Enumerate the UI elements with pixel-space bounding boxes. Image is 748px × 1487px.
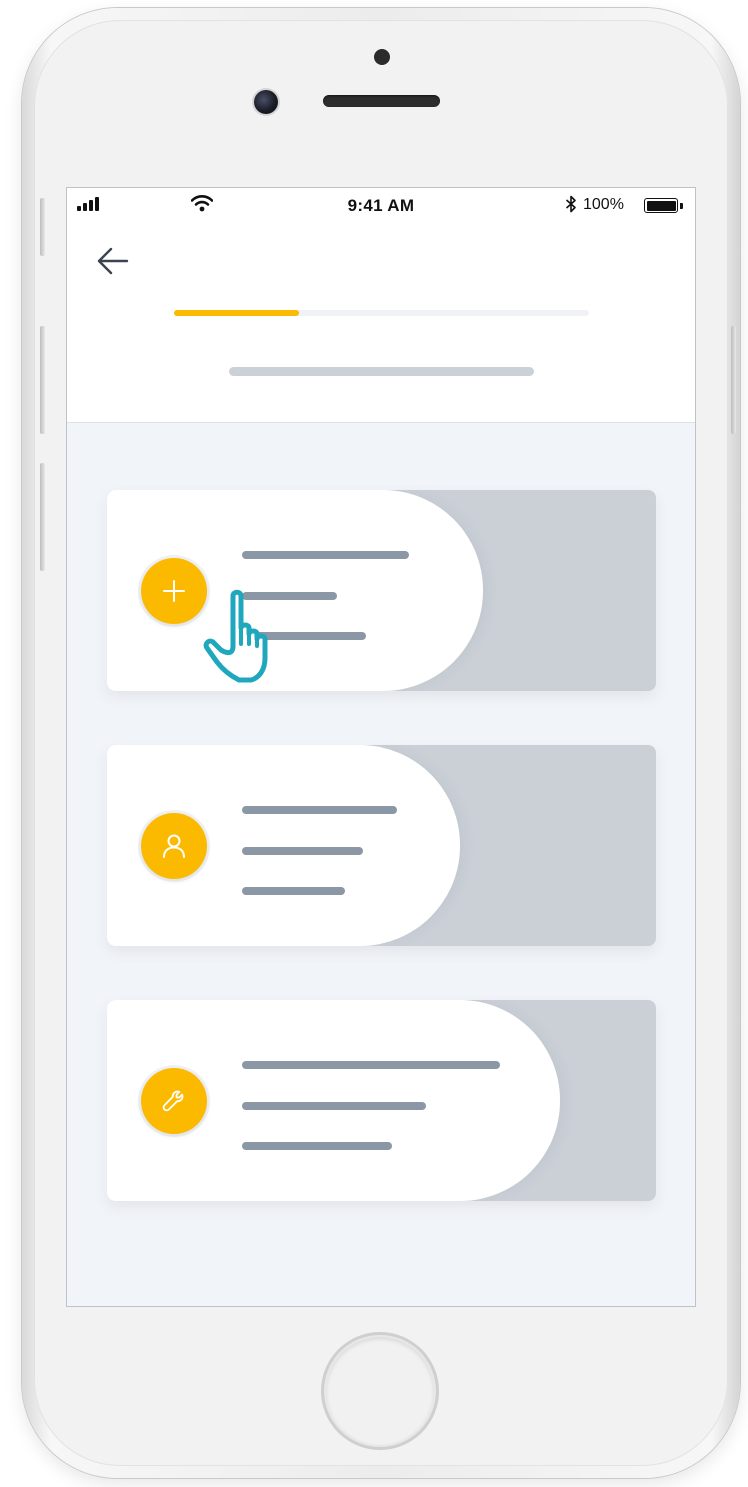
option-card-add[interactable] — [107, 490, 656, 691]
text-placeholder-line — [242, 592, 337, 600]
battery-full-icon — [644, 198, 678, 213]
icon-circle — [141, 1068, 207, 1134]
app-screen: 9:41 AM 100% — [66, 187, 696, 1307]
home-button[interactable] — [324, 1335, 436, 1447]
text-placeholder-line — [242, 1061, 500, 1069]
text-placeholder-line — [242, 1142, 392, 1150]
text-placeholder-line — [242, 847, 363, 855]
progress-bar — [174, 310, 589, 316]
user-icon — [163, 834, 185, 858]
icon-badge — [138, 555, 210, 627]
text-placeholder-line — [242, 632, 366, 640]
back-button[interactable] — [91, 242, 135, 286]
header — [67, 224, 695, 423]
option-card-settings[interactable] — [107, 1000, 656, 1201]
power-button — [731, 326, 736, 434]
wrench-icon — [162, 1090, 184, 1112]
proximity-sensor — [374, 49, 390, 65]
option-card-profile[interactable] — [107, 745, 656, 946]
earpiece-speaker — [323, 95, 440, 107]
volume-up-button — [40, 326, 45, 434]
plus-icon — [163, 580, 185, 602]
text-placeholder-line — [242, 806, 397, 814]
text-placeholder-line — [242, 551, 409, 559]
page-title-placeholder — [229, 367, 534, 376]
status-bar: 9:41 AM 100% — [67, 188, 695, 224]
text-placeholder-line — [242, 1102, 426, 1110]
battery-percentage: 100% — [583, 196, 624, 213]
progress-bar-fill — [174, 310, 299, 316]
text-placeholder-line — [242, 887, 345, 895]
icon-circle — [141, 558, 207, 624]
battery-tip — [680, 203, 683, 209]
icon-circle — [141, 813, 207, 879]
icon-badge — [138, 1065, 210, 1137]
arrow-left-icon — [97, 247, 129, 275]
icon-badge — [138, 810, 210, 882]
front-camera — [254, 90, 278, 114]
mute-switch — [40, 198, 45, 256]
volume-down-button — [40, 463, 45, 571]
bluetooth-icon — [565, 195, 576, 213]
